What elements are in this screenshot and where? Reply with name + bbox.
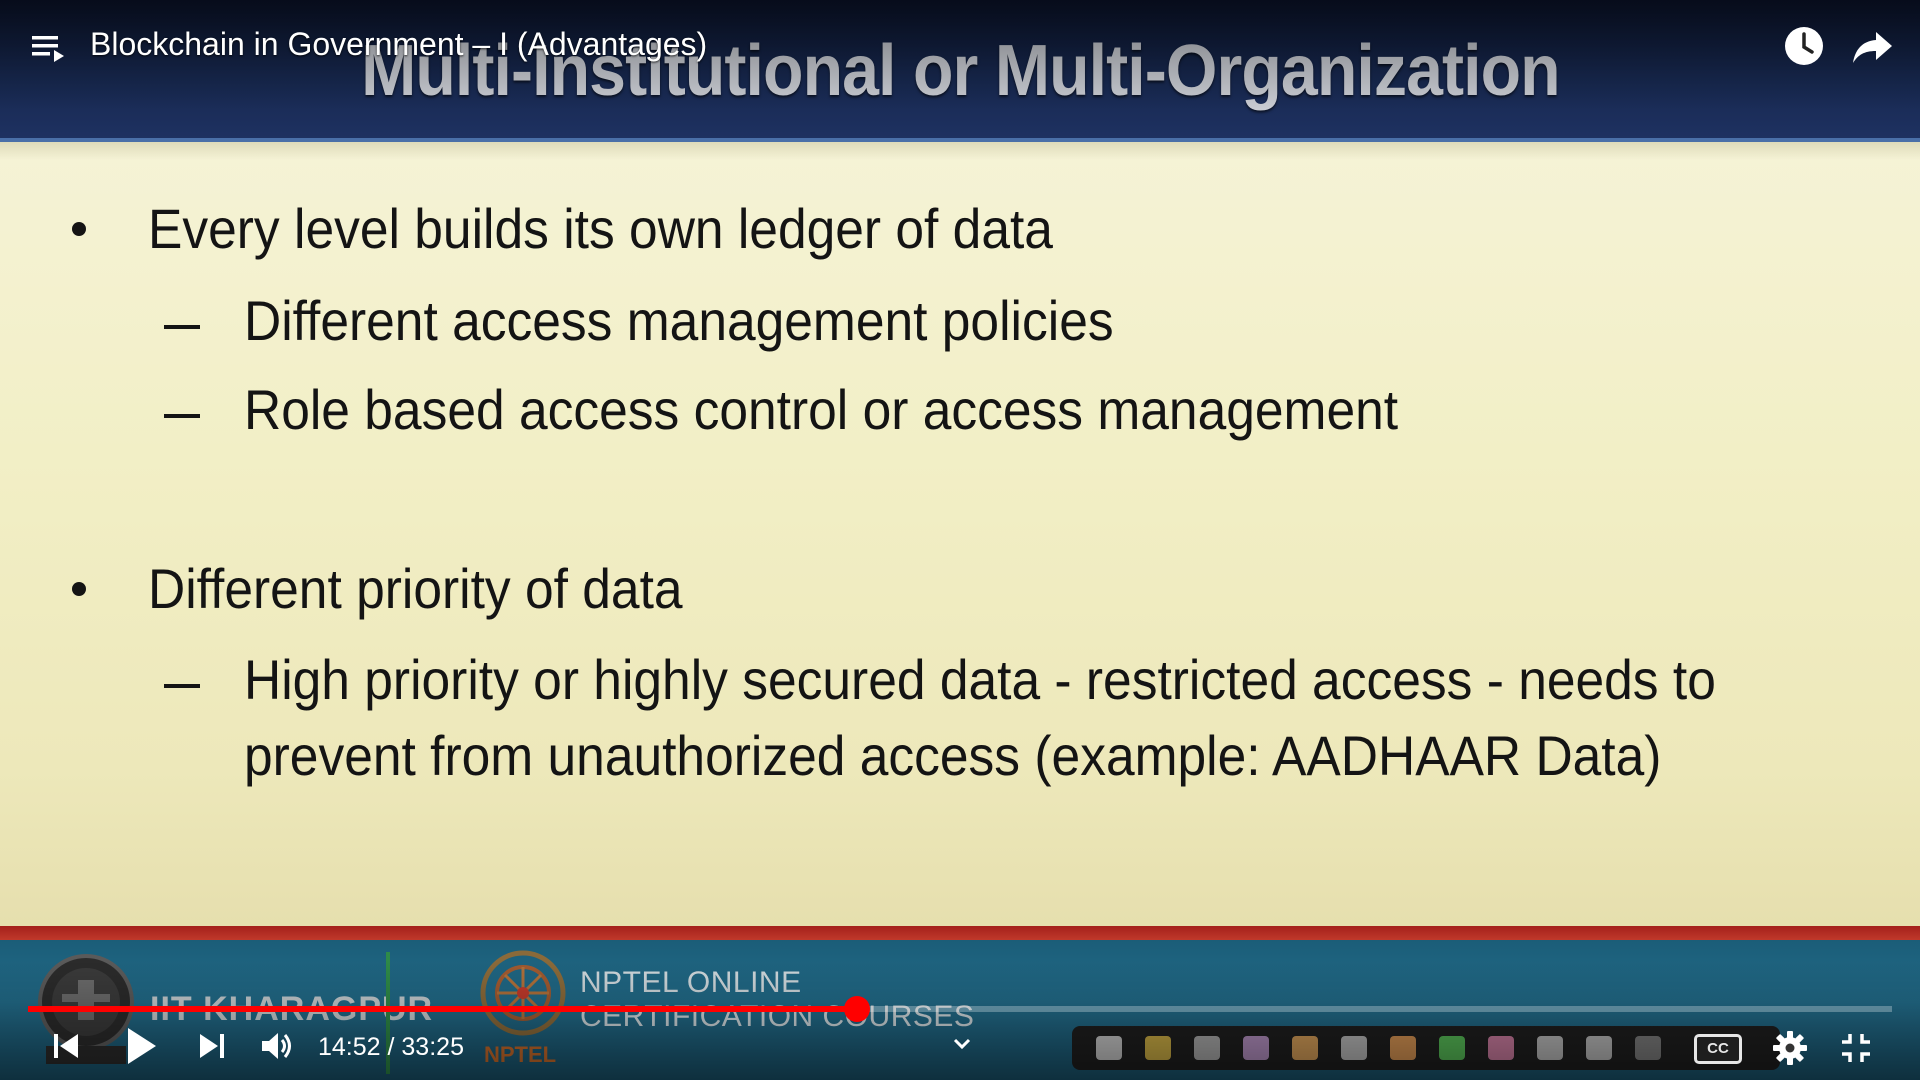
video-player[interactable]: Multi-Institutional or Multi-Organizatio… [0,0,1920,1080]
slide-header: Multi-Institutional or Multi-Organizatio… [0,0,1920,142]
chevron-down-icon[interactable] [948,1030,976,1058]
slide-footer-divider [0,926,1920,940]
exit-fullscreen-icon[interactable] [1838,1030,1874,1066]
share-arrow-icon[interactable] [1850,24,1894,68]
marker-pink-icon [1488,1036,1514,1060]
sub-bullet-text: Role based access control or access mana… [244,378,1399,441]
gear-icon[interactable] [1772,1030,1808,1066]
dash-marker [164,325,200,329]
sub-bullet-line: High priority or highly secured data - r… [244,648,1716,711]
sub-bullet-text: Different access management policies [244,289,1114,352]
dash-marker [164,414,200,418]
cursor-icon [1537,1036,1563,1060]
skip-previous-icon[interactable] [50,1030,82,1062]
volume-icon[interactable] [260,1030,296,1062]
duration: 33:25 [401,1033,464,1061]
skip-next-icon[interactable] [196,1030,228,1062]
bullet-text: Different priority of data [148,557,683,620]
nptel-program-line1: NPTEL ONLINE [580,966,802,999]
pointer-flag-icon [1096,1036,1122,1060]
play-icon[interactable] [124,1026,158,1066]
cc-icon: CC [1707,1040,1729,1057]
bullet-text: Every level builds its own ledger of dat… [148,197,1053,260]
bullet-item: Every level builds its own ledger of dat… [148,196,1053,261]
sub-bullet-item: High priority or highly secured data - r… [244,642,1716,794]
whiteboard-icon [1341,1036,1367,1060]
video-title[interactable]: Blockchain in Government – I (Advantages… [90,26,707,63]
dash-marker [164,684,200,688]
time-separator: / [380,1033,402,1061]
folder-icon [1145,1036,1171,1060]
marker-green-icon [1439,1036,1465,1060]
eraser-icon [1194,1036,1220,1060]
bullet-dot [72,582,86,596]
laser-icon [1586,1036,1612,1060]
playlist-icon[interactable] [30,28,70,68]
bullet-dot [72,222,86,236]
slide-body-shadow [0,142,1920,160]
blank-slide-icon [1635,1036,1661,1060]
captions-button[interactable]: CC [1694,1034,1742,1064]
nptel-logo [480,950,566,1036]
pen-icon [1243,1036,1269,1060]
sub-bullet-item: Different access management policies [244,283,1114,359]
sub-bullet-item: Role based access control or access mana… [244,372,1398,448]
video-frame: Multi-Institutional or Multi-Organizatio… [0,0,1920,1080]
clock-icon[interactable] [1782,24,1826,68]
progress-played [28,1006,858,1012]
time-display: 14:52 / 33:25 [318,1033,464,1062]
progress-bar[interactable] [28,996,1892,1022]
marker-orange-icon [1390,1036,1416,1060]
nptel-logo-label: NPTEL [484,1042,557,1067]
sub-bullet-line: prevent from unauthorized access (exampl… [244,724,1662,787]
annotation-toolbar [1072,1026,1780,1070]
current-time: 14:52 [318,1033,381,1061]
bullet-item: Different priority of data [148,556,683,621]
highlighter-icon [1292,1036,1318,1060]
